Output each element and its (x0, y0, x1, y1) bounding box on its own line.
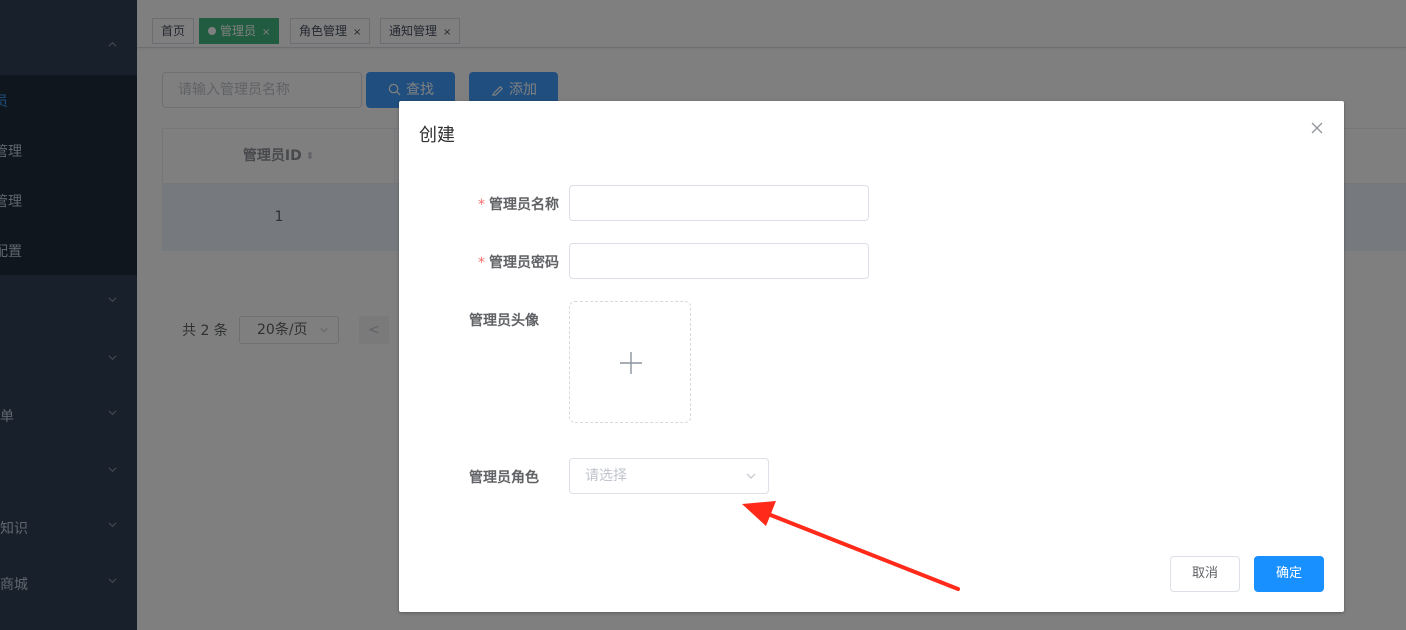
required-mark: * (478, 197, 485, 213)
cancel-button[interactable]: 取消 (1170, 556, 1240, 592)
admin-name-input[interactable] (569, 185, 869, 221)
name-label-text: 管理员名称 (489, 197, 559, 213)
chevron-down-icon (746, 473, 756, 479)
name-label: * 管理员名称 (399, 194, 559, 214)
admin-password-input[interactable] (569, 243, 869, 279)
confirm-button[interactable]: 确定 (1254, 556, 1324, 592)
password-label: * 管理员密码 (399, 252, 559, 272)
close-icon[interactable] (1310, 121, 1324, 135)
create-dialog: 创建 * 管理员名称 * 管理员密码 管理员头像 管理员角色 请选择 取消 确定 (399, 101, 1344, 612)
dialog-title: 创建 (419, 125, 455, 146)
plus-icon (620, 352, 642, 374)
password-label-text: 管理员密码 (489, 255, 559, 271)
role-select-placeholder: 请选择 (585, 468, 627, 484)
avatar-label: 管理员头像 (469, 313, 539, 329)
role-label: 管理员角色 (469, 470, 539, 486)
role-select[interactable]: 请选择 (569, 458, 769, 494)
avatar-uploader[interactable] (569, 301, 691, 423)
required-mark: * (478, 255, 485, 271)
